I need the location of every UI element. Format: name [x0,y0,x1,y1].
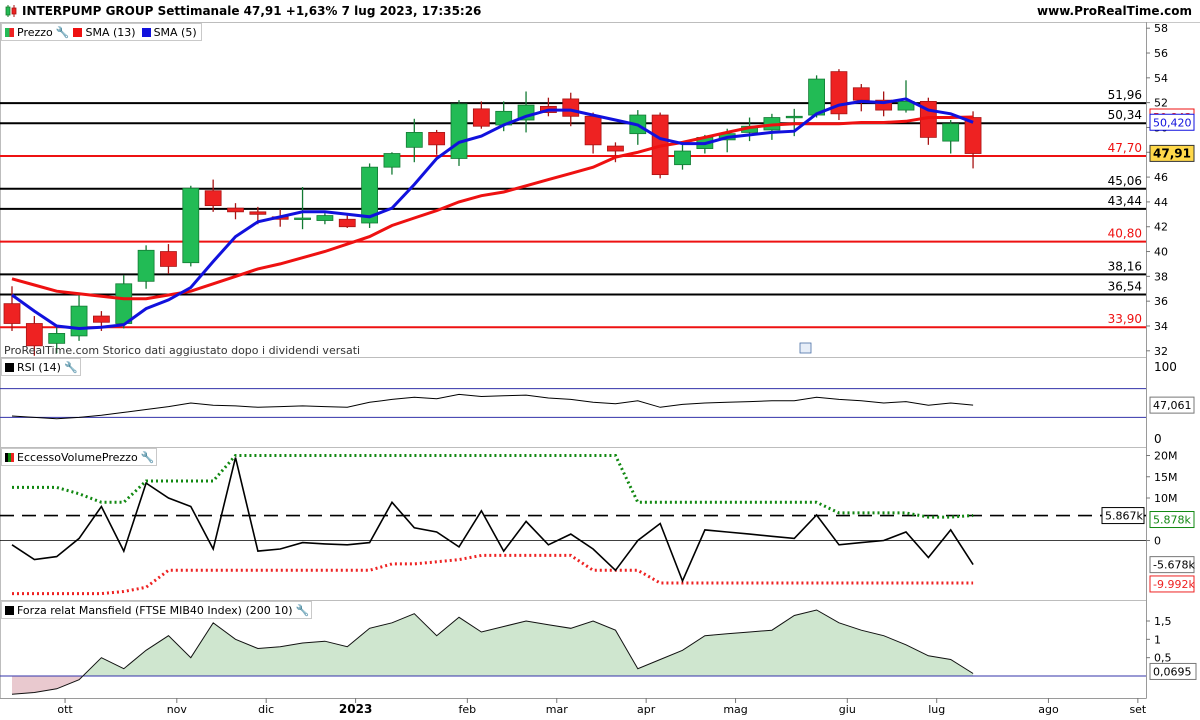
price-footnote: ProRealTime.com Storico dati aggiustato … [4,344,360,357]
mansfield-y-tick-label: 0,5 [1154,652,1172,665]
price-y-tick-label: 46 [1154,171,1168,184]
rsi-y-tick-label: 0 [1154,432,1162,446]
x-tick-label: ago [1038,703,1059,716]
evp-main-line [11,457,974,583]
rsi-y-tick-label: 100 [1154,360,1177,374]
evp-badge-label: -9.992k [1153,578,1195,591]
evp-y-tick-label: 10M [1154,492,1178,505]
price-y-tick-label: 58 [1154,22,1168,35]
price-y-tick-label: 42 [1154,221,1168,234]
price-y-tick-label: 56 [1154,47,1168,60]
x-tick-label: mag [723,703,747,716]
x-tick-label: giu [839,703,856,716]
x-tick-label: apr [637,703,656,716]
mansfield-badge-label: 0,0695 [1153,665,1192,678]
candle-body [964,117,982,154]
price-y-tick-label: 36 [1154,295,1168,308]
level-label: 43,44 [1108,194,1142,208]
candle-body [584,115,602,146]
price-badge-label: 50,420 [1153,116,1192,129]
x-tick-label: nov [167,703,188,716]
rsi-badge-label: 47,061 [1153,399,1192,412]
candle-body [70,305,88,337]
evp-upper-band [12,454,974,519]
candle-body [48,333,66,344]
price-y-tick-label: 32 [1154,345,1168,358]
candle-body [674,150,691,166]
level-label: 51,96 [1108,88,1142,102]
candle-body [785,115,803,119]
candle-body [450,103,468,159]
level-label: 50,34 [1108,108,1142,122]
level-label: 40,80 [1108,227,1142,241]
evp-badge-label: 5.878k [1153,514,1191,527]
x-tick-label: dic [258,703,274,716]
candle-body [852,87,870,101]
rsi-panel-frame [0,357,1147,448]
candle-body [562,98,580,117]
sma13-line [11,115,974,301]
candle-body [405,132,423,148]
candle-body [316,215,334,221]
evp-y-tick-label: 20M [1154,450,1178,463]
candle-body [428,132,446,146]
candle-body [204,190,222,207]
evp-badge-label: -5.678k [1153,559,1195,572]
price-y-tick-label: 38 [1154,270,1168,283]
level-label: 36,54 [1108,279,1142,293]
candle-body [182,187,200,264]
mansfield-positive-area [12,610,974,676]
candle-body [160,251,177,267]
candle-body [808,78,825,116]
candlestick-logo-icon [5,5,17,17]
candle-body [607,145,624,152]
level-label: 47,70 [1108,141,1142,155]
x-tick-label: mar [546,703,568,716]
level-label: 38,16 [1108,259,1142,273]
x-tick-label: ott [57,703,73,716]
evp-badge-label: 5.867k [1105,510,1143,523]
candle-body [137,249,155,282]
site-link[interactable]: www.ProRealTime.com [1037,4,1192,18]
chart-canvas[interactable]: 585654525048464442403836343251,9650,3447… [0,22,1200,720]
level-label: 45,06 [1108,174,1142,188]
evp-y-tick-label: 0 [1154,535,1161,548]
price-y-tick-label: 54 [1154,72,1168,85]
evp-panel-frame [0,447,1147,601]
level-label: 33,90 [1108,312,1142,326]
price-y-tick-label: 34 [1154,320,1168,333]
candle-body [383,153,401,168]
candle-body [338,218,356,228]
candle-body [294,217,311,220]
candle-body [249,211,267,215]
price-panel-frame [0,22,1147,358]
price-y-tick-label: 40 [1154,246,1168,259]
x-tick-label: set [1129,703,1146,716]
x-tick-label: 2023 [339,702,372,716]
chart-title: INTERPUMP GROUP Settimanale 47,91 +1,63%… [22,4,482,18]
calendar-icon [799,342,812,354]
x-tick-label: lug [928,703,945,716]
mansfield-y-tick-label: 1 [1154,633,1161,646]
mansfield-y-tick-label: 1,5 [1154,615,1172,628]
x-tick-label: feb [459,703,477,716]
price-badge-label: 47,91 [1153,146,1191,160]
evp-lower-band [12,553,974,596]
price-y-tick-label: 44 [1154,196,1168,209]
candle-body [3,303,21,324]
candle-body [115,283,133,324]
candle-body [942,123,960,142]
candle-body [227,207,244,213]
candle-body [25,323,43,347]
price-y-tick-label: 52 [1154,97,1168,110]
candle-body [93,315,110,323]
candle-body [472,108,490,127]
chart-header: INTERPUMP GROUP Settimanale 47,91 +1,63%… [0,0,1200,23]
evp-y-tick-label: 15M [1154,471,1178,484]
rsi-line [11,393,974,420]
